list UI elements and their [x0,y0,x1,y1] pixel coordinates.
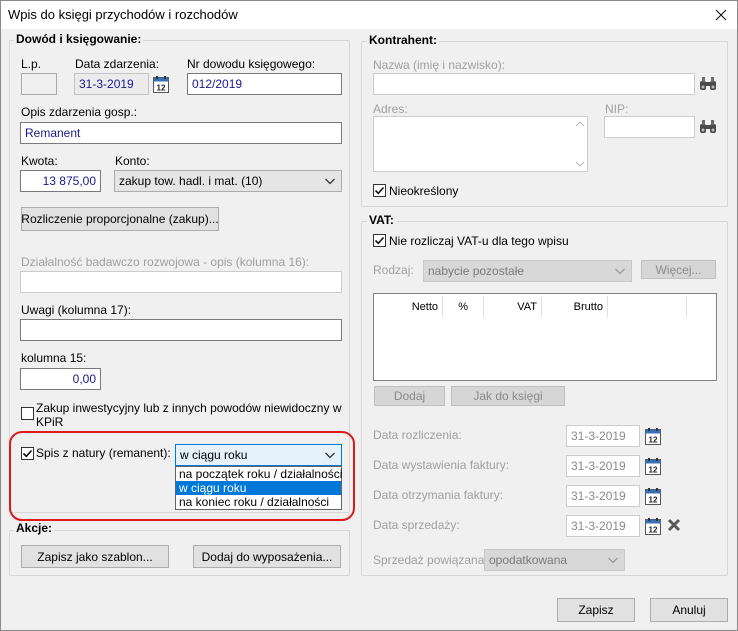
dodaj-do-wyposazenia-button[interactable]: Dodaj do wyposażenia... [193,545,341,568]
nazwa-label: Nazwa (imię i nazwisko): [373,58,506,72]
spis-select-value: w ciągu roku [180,448,248,462]
kontrahent-group-title: Kontrahent: [367,33,439,47]
data-otrzymania-field: 31-3-2019 [566,485,640,507]
kolumna15-label: kolumna 15: [21,351,87,365]
chevron-down-icon [324,171,336,191]
sprzedaz-powiazana-select: opodatkowana [484,549,625,571]
zapisz-jako-szablon-button[interactable]: Zapisz jako szablon... [21,545,169,568]
data-wystawienia-label: Data wystawienia faktury: [373,458,510,472]
nr-dowodu-field[interactable]: 012/2019 [187,73,342,95]
scroll-down-icon [575,161,585,167]
calendar-icon [645,458,661,475]
nr-dowodu-label: Nr dowodu księgowego: [187,57,316,71]
nieokreslony-label: Nieokreślony [389,184,459,198]
dodaj-button: Dodaj [374,386,445,406]
data-otrzymania-label: Data otrzymania faktury: [373,488,504,502]
scroll-up-icon [575,121,585,127]
dowod-group-title: Dowód i księgowanie: [14,32,144,46]
calendar-icon[interactable] [153,76,169,93]
rodzaj-select-value: nabycie pozostałe [428,264,525,278]
spis-option-w-ciagu-roku[interactable]: w ciągu roku [176,481,341,495]
zakup-inwestycyjny-label-line1: Zakup inwestycyjny lub z innych powodów … [36,401,342,415]
uwagi-field[interactable] [20,319,342,341]
col-divider [686,296,687,318]
data-zdarzenia-label: Data zdarzenia: [75,57,160,71]
kwota-field[interactable]: 13 875,00 [20,170,101,192]
calendar-icon [645,428,661,445]
anuluj-button[interactable]: Anuluj [650,598,728,622]
opis-label: Opis zdarzenia gosp.: [21,105,138,119]
spis-option-poczatek[interactable]: na początek roku / działalności [176,467,342,481]
spis-z-natury-checkbox[interactable] [21,447,34,460]
sprzedaz-powiazana-value: opodatkowana [489,553,568,567]
akcje-group-title: Akcje: [14,521,55,535]
chevron-down-icon [324,445,336,465]
calendar-icon [645,488,661,505]
spis-z-natury-label: Spis z natury (remanent): [36,446,171,460]
zakup-inwestycyjny-label-line2: KPiR [36,415,64,429]
adres-field [373,116,588,172]
uwagi-label: Uwagi (kolumna 17): [21,303,132,317]
data-sprzedazy-field: 31-3-2019 [566,515,640,537]
rozliczenie-proporcjonalne-button[interactable]: Rozliczenie proporcjonalne (zakup)... [21,207,219,231]
dzialalnosc-label: Działalność badawczo rozwojowa - opis (k… [21,255,310,269]
data-rozliczenia-label: Data rozliczenia: [373,428,462,442]
spis-option-koniec[interactable]: na koniec roku / działalności [176,495,341,509]
rodzaj-select: nabycie pozostałe [423,260,632,282]
opis-field[interactable]: Remanent [20,122,342,144]
checkmark-icon [373,184,386,197]
checkmark-icon [21,447,34,460]
nip-field [604,116,695,138]
jak-do-ksiegi-button: Jak do księgi [451,386,565,406]
checkmark-icon [373,234,386,247]
lp-label: L.p. [21,57,42,71]
clear-icon [667,518,681,532]
chevron-down-icon [614,261,626,281]
nip-label: NIP: [605,102,629,116]
vat-col-brutto: Brutto [573,301,603,313]
nie-rozliczaj-vat-checkbox[interactable] [373,234,386,247]
vat-table: Netto % VAT Brutto [373,293,717,381]
zapisz-button[interactable]: Zapisz [557,598,635,622]
adres-label: Adres: [373,102,408,116]
wiecej-button: Więcej... [641,260,716,279]
kwota-label: Kwota: [21,154,58,168]
binoculars-icon[interactable] [699,119,717,135]
data-sprzedazy-label: Data sprzedaży: [373,518,460,532]
vat-group-title: VAT: [367,213,396,227]
nazwa-field [373,73,695,95]
close-button[interactable] [706,2,736,27]
data-zdarzenia-field[interactable]: 31-3-2019 [74,73,149,95]
zakup-inwestycyjny-checkbox[interactable] [21,407,34,420]
calendar-icon [645,518,661,535]
spis-z-natury-select[interactable]: w ciągu roku [175,444,342,466]
chevron-down-icon [607,550,619,570]
nie-rozliczaj-vat-label: Nie rozliczaj VAT-u dla tego wpisu [389,234,569,248]
binoculars-icon[interactable] [699,76,717,92]
kolumna15-field[interactable]: 0,00 [20,368,101,390]
vat-col-vat: VAT [517,301,537,313]
spis-dropdown-list: na początek roku / działalności w ciągu … [175,466,342,510]
dzialalnosc-field [20,271,342,293]
konto-label: Konto: [115,154,150,168]
dialog-window: Wpis do księgi przychodów i rozchodów Do… [0,0,738,631]
vat-col-percent: % [458,301,468,313]
data-rozliczenia-field: 31-3-2019 [566,425,640,447]
window-title: Wpis do księgi przychodów i rozchodów [8,7,238,22]
nieokreslony-checkbox[interactable] [373,184,386,197]
rodzaj-label: Rodzaj: [373,263,414,277]
konto-select[interactable]: zakup tow. hadl. i mat. (10) [114,170,342,192]
lp-field [21,73,57,95]
col-divider [607,296,608,318]
data-wystawienia-field: 31-3-2019 [566,455,640,477]
sprzedaz-powiazana-label: Sprzedaż powiązana: [373,553,488,567]
konto-select-value: zakup tow. hadl. i mat. (10) [119,174,263,188]
vat-col-netto: Netto [411,301,438,313]
close-icon [715,9,727,20]
